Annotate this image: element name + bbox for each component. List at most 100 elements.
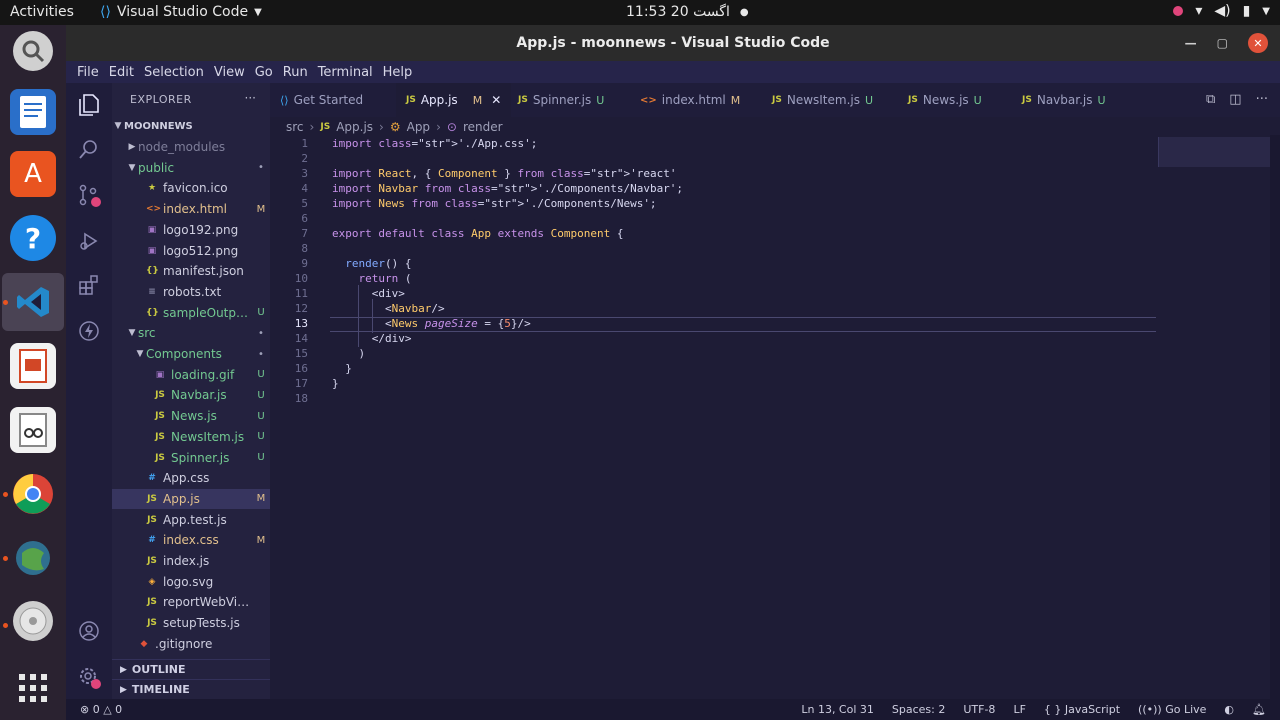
code-line[interactable]: import News from class="str">'./Componen… — [332, 197, 657, 210]
maximize-icon[interactable]: ▢ — [1217, 36, 1228, 50]
tab-spinner-js[interactable]: JS Spinner.js U — [508, 83, 614, 117]
minimize-icon[interactable]: — — [1185, 36, 1197, 50]
disc-icon[interactable] — [13, 601, 53, 641]
breadcrumb-src[interactable]: src — [286, 120, 304, 134]
editor-scrollbar[interactable] — [1270, 135, 1280, 699]
tab-get-started[interactable]: ⟨⟩ Get Started — [270, 83, 373, 117]
tree-item-favicon-ico[interactable]: ★ favicon.ico — [112, 178, 270, 198]
tree-item-robots-txt[interactable]: ≡ robots.txt — [112, 282, 270, 302]
breadcrumb-method[interactable]: render — [463, 120, 503, 134]
run-debug-icon[interactable] — [77, 229, 101, 253]
activities-button[interactable]: Activities — [10, 4, 74, 20]
split-editor-icon[interactable]: ◫ — [1229, 92, 1241, 107]
tree-item-app-js[interactable]: JS App.js M — [112, 488, 270, 509]
close-icon[interactable]: ✕ — [1248, 33, 1268, 53]
menu-go[interactable]: Go — [250, 65, 278, 80]
search-icon[interactable] — [77, 137, 101, 161]
tab-news-js[interactable]: JS News.js U — [898, 83, 992, 117]
tree-item-public[interactable]: ▼ public • — [112, 158, 270, 178]
explorer-root[interactable]: ▼ MOONNEWS — [112, 116, 270, 136]
tree-item-logo512-png[interactable]: ▣ logo512.png — [112, 241, 270, 261]
more-actions-icon[interactable]: ··· — [245, 91, 256, 105]
menu-help[interactable]: Help — [378, 65, 418, 80]
menu-selection[interactable]: Selection — [139, 65, 209, 80]
tree-item-sampleoutput-[interactable]: {} sampleOutput... U — [112, 303, 270, 323]
tree-item-app-test-js[interactable]: JS App.test.js — [112, 510, 270, 530]
tree-item-news-js[interactable]: JS News.js U — [112, 406, 270, 426]
tree-item-index-css[interactable]: # index.css M — [112, 530, 270, 550]
document-viewer-icon[interactable] — [10, 407, 56, 453]
extensions-icon[interactable] — [77, 273, 101, 297]
show-applications-icon[interactable] — [10, 665, 56, 711]
impress-icon[interactable] — [10, 343, 56, 389]
tree-item--gitignore[interactable]: ◆ .gitignore — [112, 634, 270, 654]
code-line[interactable]: <div> — [332, 287, 405, 300]
tree-item-reportwebvitals-js[interactable]: JS reportWebVitals.js — [112, 592, 270, 612]
outline-section[interactable]: ▶ OUTLINE — [112, 659, 270, 679]
software-center-icon[interactable]: A — [10, 151, 56, 197]
system-tray[interactable]: ▾ ◀) ▮ ▼ — [1173, 3, 1270, 19]
tree-item-spinner-js[interactable]: JS Spinner.js U — [112, 448, 270, 468]
search-lens-icon[interactable] — [13, 31, 53, 71]
code-line[interactable]: <News pageSize = {5}/> — [332, 317, 531, 330]
globe-app-icon[interactable] — [10, 535, 56, 581]
source-control-icon[interactable] — [77, 183, 101, 207]
compare-icon[interactable]: ⧉ — [1206, 92, 1215, 107]
code-editor[interactable]: 1 import class="str">'./App.css'; 2 3 import… — [270, 135, 1280, 699]
go-live-button[interactable]: ((•)) Go Live — [1138, 703, 1206, 716]
code-line[interactable]: } — [332, 377, 339, 390]
tree-item-manifest-json[interactable]: {} manifest.json — [112, 261, 270, 281]
problems-indicator[interactable]: ⊗ 0 △ 0 — [80, 703, 122, 716]
tree-item-index-js[interactable]: JS index.js — [112, 551, 270, 571]
clock[interactable]: 11:53 اگست 20 ● — [626, 4, 749, 20]
tree-item-newsitem-js[interactable]: JS NewsItem.js U — [112, 427, 270, 447]
menu-view[interactable]: View — [209, 65, 250, 80]
language-mode[interactable]: { } JavaScript — [1044, 703, 1120, 716]
tree-item-logo-svg[interactable]: ◈ logo.svg — [112, 572, 270, 592]
code-line[interactable]: </div> — [332, 332, 412, 345]
code-line[interactable]: } — [332, 362, 352, 375]
code-line[interactable]: import Navbar from class="str">'./Compon… — [332, 182, 683, 195]
minimap[interactable] — [1158, 137, 1273, 167]
code-line[interactable]: ) — [332, 347, 365, 360]
code-line[interactable]: <Navbar/> — [332, 302, 445, 315]
app-menu[interactable]: ⟨⟩ Visual Studio Code ▼ — [100, 4, 262, 20]
code-line[interactable]: render() { — [332, 257, 411, 270]
cursor-position[interactable]: Ln 13, Col 31 — [801, 703, 874, 716]
tree-item-setuptests-js[interactable]: JS setupTests.js — [112, 613, 270, 633]
chrome-icon[interactable] — [10, 471, 56, 517]
end-of-line[interactable]: LF — [1013, 703, 1025, 716]
tree-item-src[interactable]: ▼ src • — [112, 323, 270, 343]
tree-item-logo192-png[interactable]: ▣ logo192.png — [112, 220, 270, 240]
menu-edit[interactable]: Edit — [104, 65, 139, 80]
accounts-icon[interactable] — [77, 619, 101, 643]
more-actions-icon[interactable]: ··· — [1256, 92, 1268, 107]
text-editor-icon[interactable] — [10, 89, 56, 135]
tab-newsitem-js[interactable]: JS NewsItem.js U — [762, 83, 883, 117]
menu-run[interactable]: Run — [278, 65, 313, 80]
help-icon[interactable]: ? — [10, 215, 56, 261]
tree-item-navbar-js[interactable]: JS Navbar.js U — [112, 385, 270, 405]
tree-item-loading-gif[interactable]: ▣ loading.gif U — [112, 365, 270, 385]
tab-index-html[interactable]: <> index.html M — [630, 83, 750, 117]
tab-navbar-js[interactable]: JS Navbar.js U — [1012, 83, 1116, 117]
encoding[interactable]: UTF-8 — [963, 703, 995, 716]
tree-item-app-css[interactable]: # App.css — [112, 468, 270, 488]
vscode-dock-icon[interactable] — [10, 279, 56, 325]
feedback-icon[interactable]: ◐ — [1224, 703, 1234, 716]
indentation[interactable]: Spaces: 2 — [892, 703, 945, 716]
code-line[interactable]: import class="str">'./App.css'; — [332, 137, 537, 150]
menu-file[interactable]: File — [72, 65, 104, 80]
tree-item-index-html[interactable]: <> index.html M — [112, 199, 270, 219]
breadcrumb-class[interactable]: App — [407, 120, 430, 134]
code-line[interactable]: export default class App extends Compone… — [332, 227, 623, 240]
tree-item-node-modules[interactable]: ▶ node_modules — [112, 137, 270, 157]
lightning-icon[interactable] — [77, 319, 101, 343]
explorer-icon[interactable] — [77, 93, 101, 117]
notifications-icon[interactable]: 🔔︎ — [1252, 703, 1266, 716]
tree-item-components[interactable]: ▼ Components • — [112, 344, 270, 364]
breadcrumb-file[interactable]: App.js — [336, 120, 373, 134]
menu-terminal[interactable]: Terminal — [313, 65, 378, 80]
tab-app-js[interactable]: JS App.js M ✕ — [396, 83, 512, 117]
settings-gear-icon[interactable] — [77, 665, 101, 689]
